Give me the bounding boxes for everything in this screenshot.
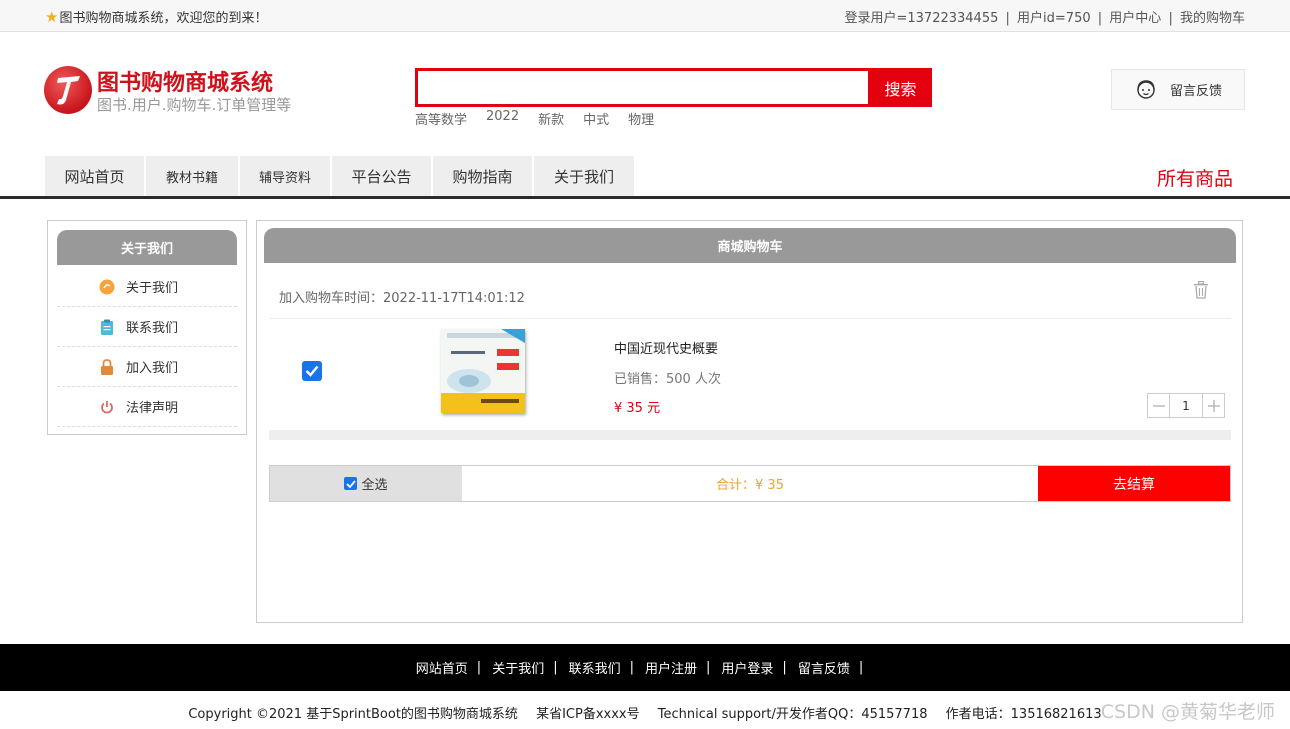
my-cart-link[interactable]: 我的购物车 [1180, 11, 1245, 26]
sidebar-item-label: 联系我们 [126, 321, 179, 336]
checkmark-icon [305, 365, 319, 377]
all-goods-link[interactable]: 所有商品 [1157, 164, 1233, 191]
site-title[interactable]: 图书购物商城系统 [97, 65, 273, 97]
item-checkbox[interactable] [302, 361, 322, 381]
hotword-link[interactable]: 新款 [538, 109, 564, 128]
cart-title: 商城购物车 [264, 228, 1236, 263]
power-icon [99, 399, 115, 415]
footer-link-feedback[interactable]: 留言反馈 [798, 658, 850, 677]
separator: | [629, 660, 634, 675]
add-time-text: 加入购物车时间：2022-11-17T14:01:12 [279, 291, 525, 306]
product-name[interactable]: 中国近现代史概要 [614, 338, 718, 357]
cart-total: 合计：¥ 35 [716, 478, 784, 493]
sidebar-item-label: 关于我们 [126, 281, 179, 296]
row-divider [269, 318, 1231, 319]
minus-icon [1152, 404, 1165, 407]
footer-link-contact[interactable]: 联系我们 [569, 658, 621, 677]
user-id-text: 用户id=750 [1017, 11, 1091, 26]
search-button[interactable]: 搜索 [869, 68, 932, 107]
nav-item-tutoring[interactable]: 辅导资料 [240, 156, 332, 196]
sidebar-title: 关于我们 [57, 230, 237, 265]
select-all-checkbox[interactable] [344, 477, 358, 490]
checkout-button[interactable]: 去结算 [1038, 466, 1230, 501]
quantity-value[interactable]: 1 [1170, 394, 1202, 417]
user-center-link[interactable]: 用户中心 [1109, 11, 1161, 26]
item-separator-bar [269, 430, 1231, 440]
footer-link-about[interactable]: 关于我们 [492, 658, 544, 677]
search-input[interactable] [418, 71, 868, 104]
select-all-label: 全选 [361, 478, 388, 493]
plus-icon [1207, 399, 1220, 412]
lock-icon [99, 358, 115, 375]
footer-link-register[interactable]: 用户注册 [645, 658, 697, 677]
sidebar-item-label: 法律声明 [126, 401, 179, 416]
separator: | [1097, 11, 1103, 26]
hotword-link[interactable]: 2022 [486, 109, 519, 128]
nav-divider [0, 196, 1290, 199]
login-user-text: 登录用户=13722334455 [844, 11, 999, 26]
decrease-button[interactable] [1148, 394, 1170, 417]
nav-item-shopping-guide[interactable]: 购物指南 [433, 156, 534, 196]
sidebar-item-label: 加入我们 [126, 361, 179, 376]
sidebar-item-join[interactable]: 加入我们 [57, 347, 237, 387]
nav-item-textbooks[interactable]: 教材书籍 [146, 156, 240, 196]
welcome-text: 图书购物商城系统，欢迎您的到来！ [59, 11, 268, 26]
product-sold-count: 已销售：500 人次 [614, 372, 721, 387]
search-box [415, 68, 871, 107]
select-all-toggle[interactable]: 全选 [270, 466, 462, 501]
support-text: Technical support/开发作者QQ：45157718 [657, 707, 928, 722]
main-nav: 网站首页 教材书籍 辅导资料 平台公告 购物指南 关于我们 [45, 156, 634, 196]
cart-panel: 商城购物车 加入购物车时间：2022-11-17T14:01:12 中国近现代史… [256, 220, 1243, 623]
feedback-label: 留言反馈 [1169, 84, 1222, 99]
cart-summary-bar: 全选 合计：¥ 35 去结算 [269, 465, 1231, 502]
welcome-message: ★ 图书购物商城系统，欢迎您的到来！ [45, 7, 268, 27]
phone-text: 作者电话：13516821613 [945, 707, 1102, 722]
footer-link-login[interactable]: 用户登录 [721, 658, 773, 677]
top-bar: ★ 图书购物商城系统，欢迎您的到来！ 登录用户=13722334455 | 用户… [0, 0, 1290, 32]
separator: | [858, 660, 864, 675]
product-price: ¥ 35 元 [614, 401, 661, 416]
increase-button[interactable] [1202, 394, 1224, 417]
logo-letter-icon [57, 76, 80, 105]
copyright-line: Copyright ©2021 基于SprintBoot的图书购物商城系统 某省… [0, 703, 1290, 722]
sidebar-item-legal[interactable]: 法律声明 [57, 387, 237, 427]
hot-search-words: 高等数学 2022 新款 中式 物理 [415, 109, 673, 128]
site-subtitle: 图书.用户.购物车.订单管理等 [97, 96, 292, 114]
customer-service-icon [1137, 79, 1155, 99]
separator: | [1005, 11, 1010, 26]
separator: | [1168, 11, 1173, 26]
footer-nav: 网站首页 | 关于我们 | 联系我们 | 用户注册 | 用户登录 | 留言反馈 … [0, 644, 1290, 691]
sidebar-item-contact[interactable]: 联系我们 [57, 307, 237, 347]
hotword-link[interactable]: 中式 [583, 109, 609, 128]
footer-link-home[interactable]: 网站首页 [416, 658, 468, 677]
nav-item-home[interactable]: 网站首页 [45, 156, 146, 196]
copyright-text: Copyright ©2021 基于SprintBoot的图书购物商城系统 [188, 707, 518, 722]
separator: | [476, 660, 482, 675]
icp-text: 某省ICP备xxxx号 [536, 707, 640, 722]
trash-icon[interactable] [1193, 281, 1209, 299]
star-icon: ★ [45, 7, 59, 26]
sidebar: 关于我们 关于我们 联系我们 加入我们 法律声明 [47, 220, 247, 435]
about-icon [99, 279, 115, 295]
checkmark-icon [346, 479, 356, 488]
hotword-link[interactable]: 物理 [628, 109, 654, 128]
sidebar-item-about[interactable]: 关于我们 [57, 267, 237, 307]
separator: | [553, 660, 558, 675]
user-links: 登录用户=13722334455 | 用户id=750 | 用户中心 | 我的购… [845, 7, 1246, 26]
watermark: CSDN @黄菊华老师 [1100, 701, 1275, 723]
clipboard-icon [99, 319, 115, 335]
quantity-stepper: 1 [1147, 393, 1225, 418]
hotword-link[interactable]: 高等数学 [415, 109, 467, 128]
separator: | [782, 660, 787, 675]
separator: | [706, 660, 711, 675]
nav-item-about[interactable]: 关于我们 [534, 156, 634, 196]
nav-item-announcements[interactable]: 平台公告 [332, 156, 433, 196]
book-cover-image[interactable] [441, 329, 525, 413]
site-logo-icon[interactable] [44, 66, 92, 114]
feedback-button[interactable]: 留言反馈 [1111, 69, 1245, 110]
sidebar-list: 关于我们 联系我们 加入我们 法律声明 [57, 267, 237, 427]
